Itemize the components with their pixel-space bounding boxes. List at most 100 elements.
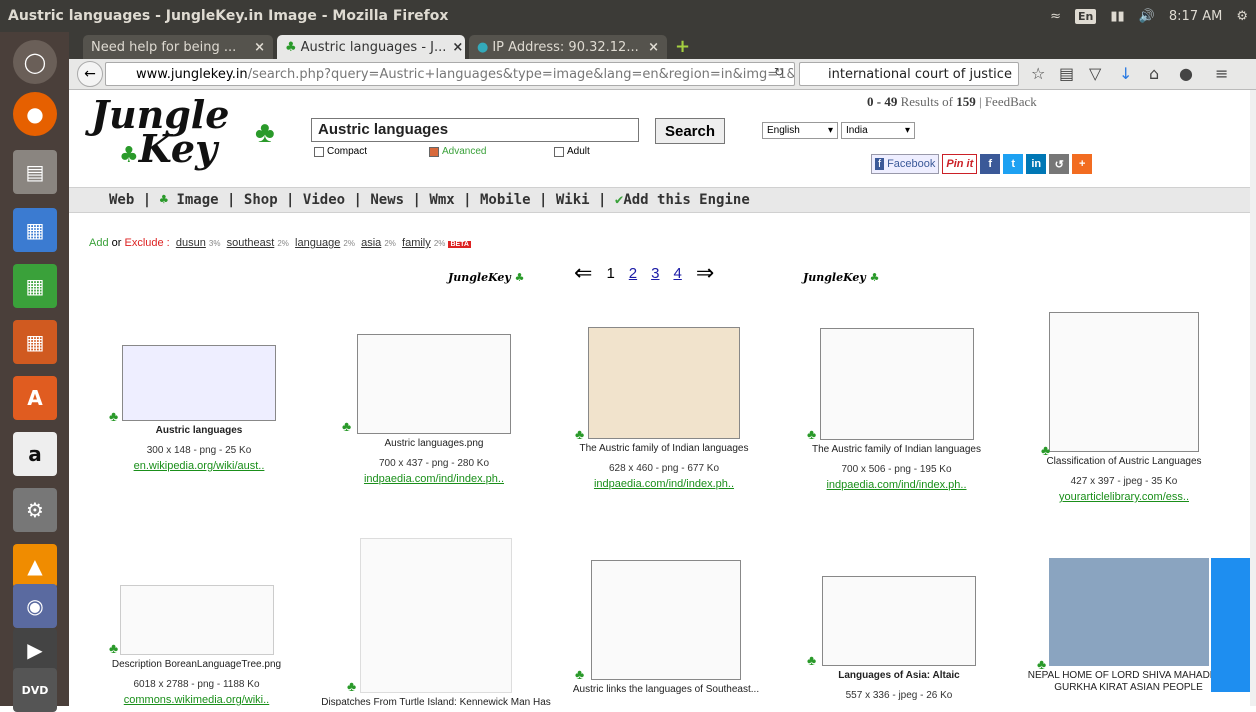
files-icon[interactable]: ▤ xyxy=(13,150,57,194)
web-search-box[interactable]: international court of justice xyxy=(799,62,1019,86)
dvd-icon[interactable]: DVD xyxy=(13,668,57,712)
clock[interactable]: 8:17 AM xyxy=(1169,9,1222,24)
result-card[interactable]: Austric links the languages of Southeast… xyxy=(561,560,771,696)
media-app-icon[interactable]: ◉ xyxy=(13,584,57,628)
software-center-icon[interactable]: A xyxy=(13,376,57,420)
facebook-button[interactable]: f Facebook xyxy=(871,154,940,174)
checkbox-box[interactable] xyxy=(429,146,439,157)
page-link-3[interactable]: 3 xyxy=(651,265,659,282)
result-thumbnail-table[interactable] xyxy=(819,328,974,440)
linkedin-icon[interactable]: in xyxy=(1026,154,1047,174)
result-card[interactable]: The Austric family of Indian languages 6… xyxy=(569,327,759,490)
menu-web[interactable]: Web xyxy=(109,192,134,208)
pinterest-button[interactable]: Pin it xyxy=(942,154,978,174)
result-thumbnail-classification-table[interactable] xyxy=(1049,312,1199,452)
menu-mobile[interactable]: Mobile xyxy=(480,192,531,208)
result-card[interactable]: Languages of Asia: Altaic 557 x 336 - jp… xyxy=(809,576,989,701)
search-button[interactable]: Search xyxy=(655,118,725,144)
search-query-input[interactable]: Austric languages xyxy=(311,118,639,142)
prev-page-arrow-icon[interactable]: ⇐ xyxy=(574,260,592,286)
result-source-link[interactable]: en.wikipedia.org/wiki/aust.. xyxy=(109,460,289,472)
result-thumbnail-map[interactable] xyxy=(357,334,511,434)
refine-term-family[interactable]: family xyxy=(402,237,431,249)
menu-shop[interactable]: Shop xyxy=(244,192,278,208)
firefox-icon[interactable]: ● xyxy=(13,92,57,136)
share-misc-icon[interactable]: ↺ xyxy=(1049,154,1070,174)
tab-austric[interactable]: ♣ Austric languages - J... × xyxy=(277,35,465,59)
bookmarks-menu-icon[interactable]: ▤ xyxy=(1059,64,1074,83)
ubuntu-dash-icon[interactable]: ◯ xyxy=(13,40,57,84)
refine-term-asia[interactable]: asia xyxy=(361,237,381,249)
result-thumbnail-world-map[interactable] xyxy=(122,345,276,421)
advanced-checkbox[interactable]: Advanced xyxy=(429,146,486,157)
impress-icon[interactable]: ▦ xyxy=(13,320,57,364)
chat-icon[interactable]: ● xyxy=(1179,64,1193,83)
close-icon[interactable]: × xyxy=(642,40,659,55)
language-select[interactable]: English ▾ xyxy=(762,122,838,139)
system-settings-icon[interactable]: ⚙ xyxy=(13,488,57,532)
video-player-icon[interactable]: ▶ xyxy=(13,628,57,672)
result-thumbnail-australia-map[interactable] xyxy=(591,560,741,680)
back-button[interactable]: ← xyxy=(77,61,103,87)
battery-icon[interactable]: ▮▮ xyxy=(1110,9,1124,24)
url-bar[interactable]: www.junglekey.in/search.php?query=Austri… xyxy=(105,62,795,86)
settings-gear-icon[interactable]: ⚙ xyxy=(1236,9,1248,24)
tab-ip-address[interactable]: ● IP Address: 90.32.12... × xyxy=(469,35,667,59)
refine-term-language[interactable]: language xyxy=(295,237,340,249)
result-source-link[interactable]: yourarticlelibrary.com/ess.. xyxy=(1044,491,1204,503)
pocket-icon[interactable]: ▽ xyxy=(1089,64,1101,83)
result-card[interactable]: Austric languages.png 700 x 437 - png - … xyxy=(349,334,519,485)
menu-video[interactable]: Video xyxy=(303,192,345,208)
checkbox-box[interactable] xyxy=(314,146,324,157)
amazon-icon[interactable]: a xyxy=(13,432,57,476)
page-scrollbar[interactable] xyxy=(1250,90,1256,706)
result-thumbnail-india-map[interactable] xyxy=(588,327,740,439)
writer-icon[interactable]: ▦ xyxy=(13,208,57,252)
page-link-4[interactable]: 4 xyxy=(673,265,681,282)
menu-news[interactable]: News xyxy=(370,192,404,208)
facebook-share-icon[interactable]: f xyxy=(980,154,1001,174)
result-source-link[interactable]: commons.wikimedia.org/wiki.. xyxy=(109,694,284,706)
junglekey-logo[interactable]: Jungle ♣Key xyxy=(91,96,229,172)
result-card[interactable]: The Austric family of Indian languages 7… xyxy=(804,328,989,491)
wifi-icon[interactable]: ≈ xyxy=(1050,9,1061,24)
result-thumbnail-altaic-diagram[interactable] xyxy=(822,576,976,666)
twitter-icon[interactable]: t xyxy=(1003,154,1024,174)
result-card[interactable]: Classification of Austric Languages 427 … xyxy=(1044,312,1204,503)
tab-help[interactable]: Need help for being ... × xyxy=(83,35,273,59)
menu-wmx[interactable]: Wmx xyxy=(429,192,454,208)
close-icon[interactable]: × xyxy=(248,40,265,55)
hamburger-menu-icon[interactable]: ≡ xyxy=(1215,64,1228,83)
result-card[interactable]: Description BoreanLanguageTree.png 6018 … xyxy=(109,585,284,706)
menu-wiki[interactable]: Wiki xyxy=(556,192,590,208)
bookmark-star-icon[interactable]: ☆ xyxy=(1031,64,1045,83)
calc-icon[interactable]: ▦ xyxy=(13,264,57,308)
region-select[interactable]: India ▾ xyxy=(841,122,915,139)
downloads-icon[interactable]: ↓ xyxy=(1119,64,1132,83)
more-share-icon[interactable]: + xyxy=(1072,154,1093,174)
close-icon[interactable]: × xyxy=(446,40,463,55)
result-thumbnail-language-tree[interactable] xyxy=(119,585,274,655)
compact-checkbox[interactable]: Compact xyxy=(314,146,367,157)
volume-icon[interactable]: 🔊 xyxy=(1139,9,1155,24)
new-tab-button[interactable]: + xyxy=(675,36,690,57)
checkbox-box[interactable] xyxy=(554,146,564,157)
result-thumbnail-mountain-photo[interactable] xyxy=(1048,558,1209,666)
result-source-link[interactable]: indpaedia.com/ind/index.ph.. xyxy=(569,478,759,490)
refine-term-dusun[interactable]: dusun xyxy=(176,237,206,249)
page-link-2[interactable]: 2 xyxy=(629,265,637,282)
reload-icon[interactable]: ↻ xyxy=(774,65,784,79)
menu-add-engine[interactable]: Add this Engine xyxy=(623,192,749,208)
result-thumbnail-phylogeny[interactable] xyxy=(360,538,512,693)
home-icon[interactable]: ⌂ xyxy=(1149,64,1159,83)
refine-term-southeast[interactable]: southeast xyxy=(227,237,275,249)
next-page-arrow-icon[interactable]: ⇒ xyxy=(696,260,714,286)
keyboard-layout-indicator[interactable]: En xyxy=(1075,8,1097,24)
vlc-icon[interactable]: ▲ xyxy=(13,544,57,588)
result-card[interactable]: Austric languages 300 x 148 - png - 25 K… xyxy=(109,345,289,472)
result-source-link[interactable]: indpaedia.com/ind/index.ph.. xyxy=(349,473,519,485)
result-source-link[interactable]: indpaedia.com/ind/index.ph.. xyxy=(804,479,989,491)
feedback-link[interactable]: FeedBack xyxy=(985,94,1037,109)
floating-feedback-widget[interactable] xyxy=(1211,558,1250,692)
menu-image[interactable]: Image xyxy=(176,192,218,208)
